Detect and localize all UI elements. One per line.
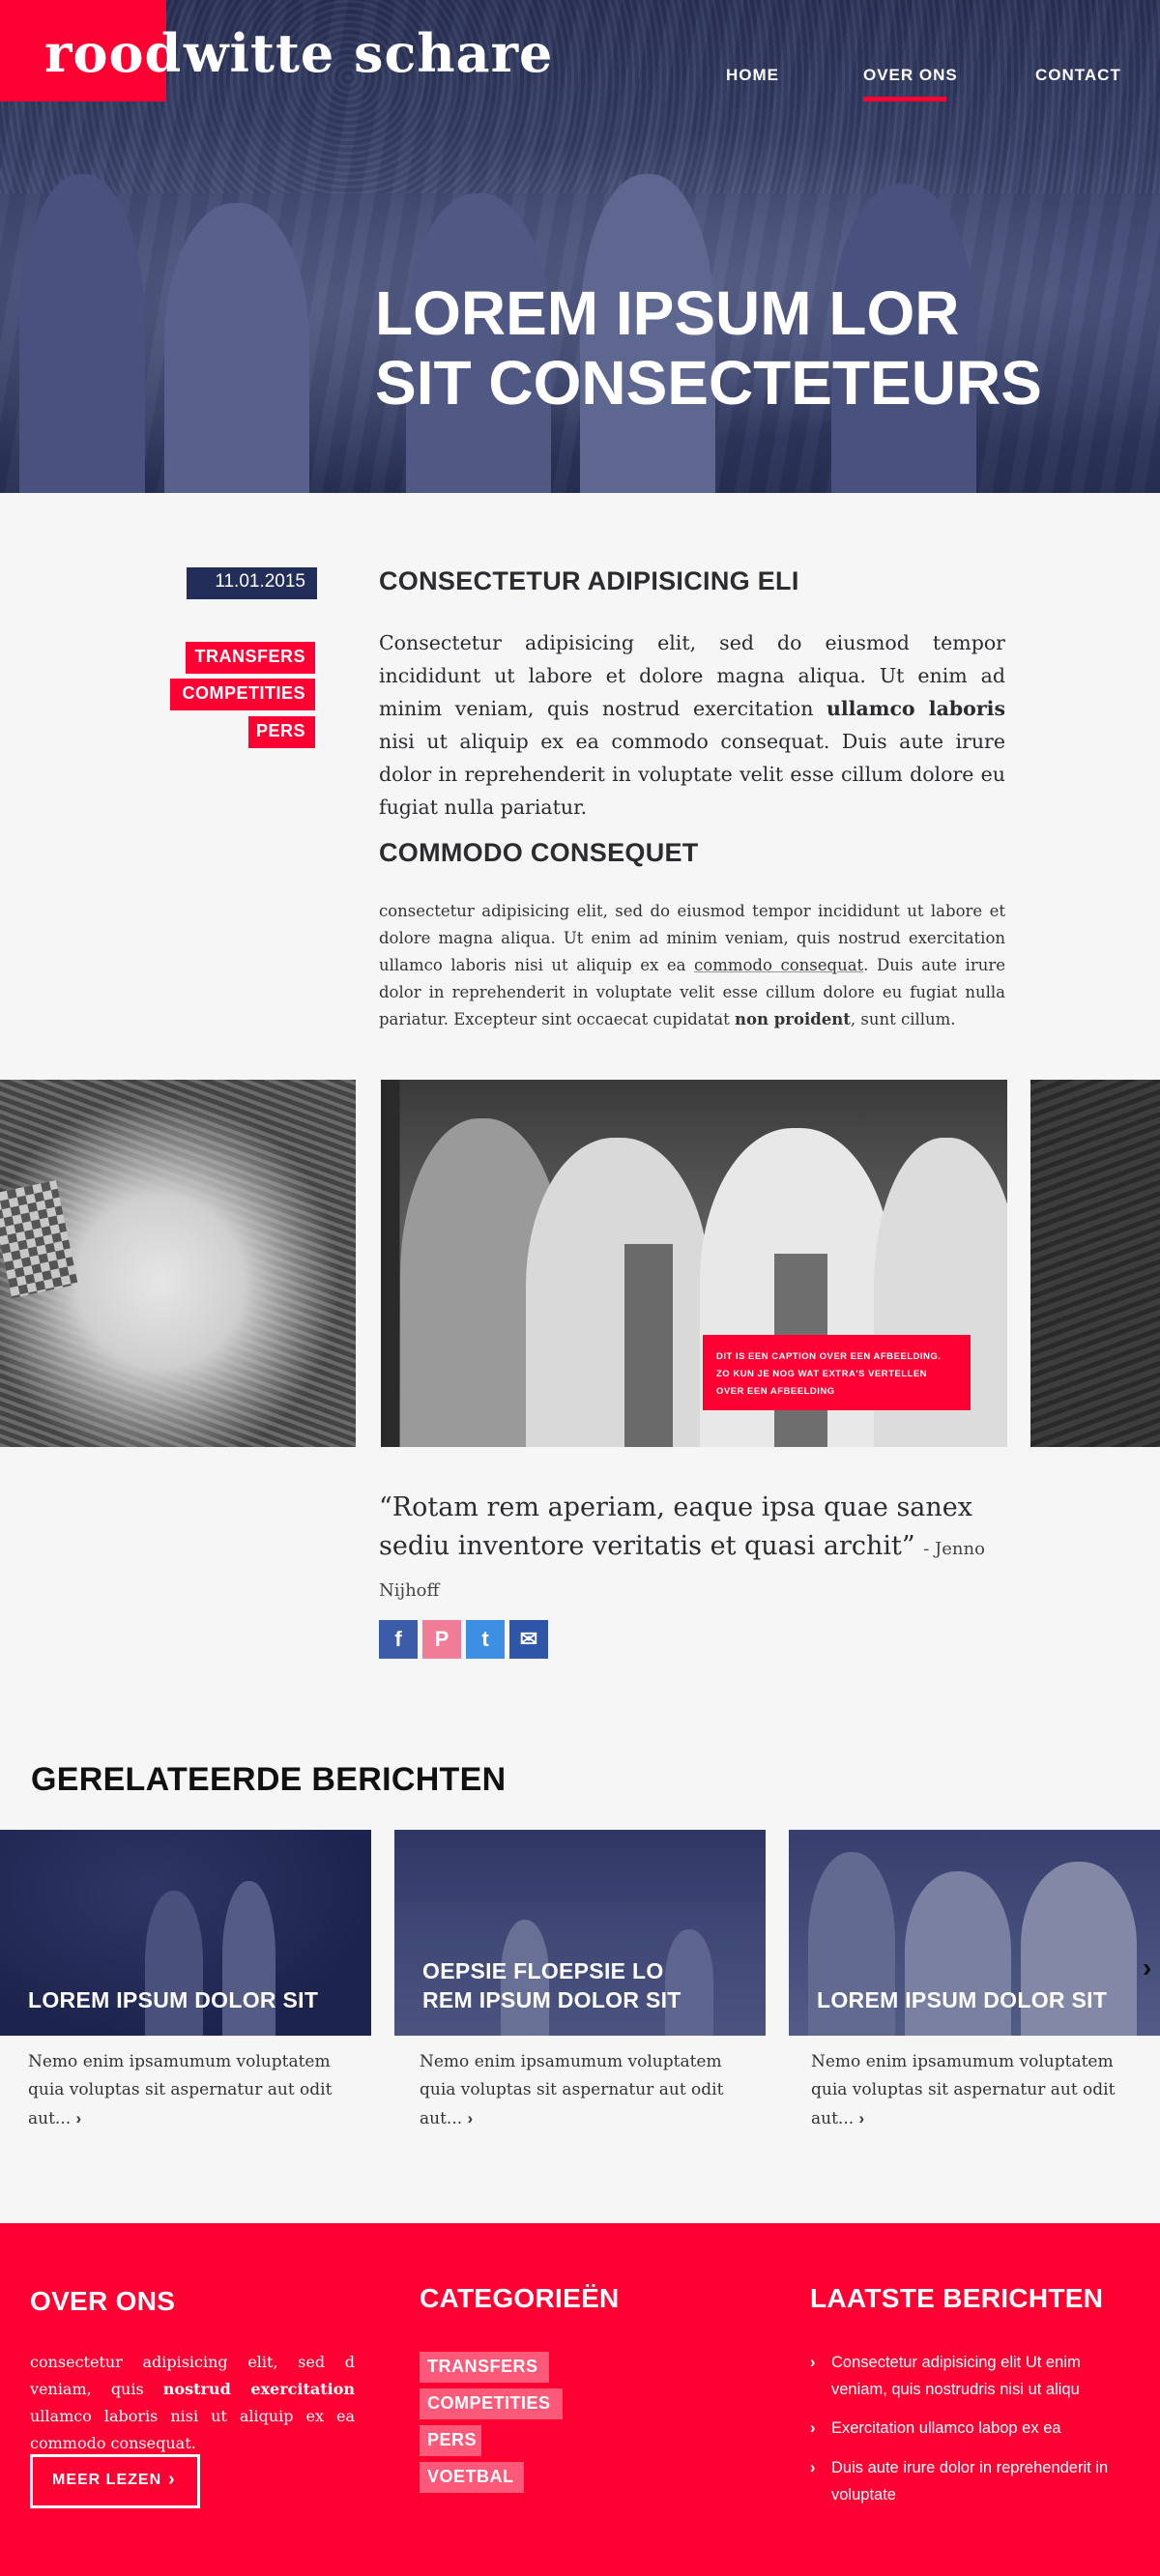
- chevron-right-icon[interactable]: ›: [468, 2109, 474, 2127]
- lead-text-end: nisi ut aliquip ex ea commodo consequat.…: [379, 730, 1005, 819]
- footer-category-pers[interactable]: PERS: [420, 2425, 481, 2456]
- footer-latest-post[interactable]: › Consectetur adipisicing elit Ut enim ve…: [810, 2349, 1129, 2403]
- footer-about-text-end: ullamco laboris nisi ut aliquip ex ea co…: [30, 2407, 355, 2452]
- footer-category-voetbal[interactable]: VOETBAL: [420, 2462, 524, 2493]
- pinterest-icon[interactable]: P: [422, 1620, 461, 1659]
- related-card-title[interactable]: LOREM IPSUM DOLOR SIT: [28, 1985, 318, 2014]
- latest-post-text[interactable]: Exercitation ullamco labop ex ea: [831, 2419, 1061, 2437]
- chevron-right-icon[interactable]: ›: [859, 2109, 865, 2127]
- footer-latest-post[interactable]: › Exercitation ullamco labop ex ea: [810, 2415, 1129, 2442]
- related-card-excerpt: Nemo enim ipsamumum voluptatem quia volu…: [811, 2048, 1140, 2133]
- body-text-end: , sunt cillum.: [850, 1010, 956, 1028]
- related-card-excerpt: Nemo enim ipsamumum voluptatem quia volu…: [28, 2048, 357, 2133]
- gallery-image-fans[interactable]: [0, 1080, 356, 1447]
- nav-active-indicator: [863, 97, 946, 101]
- carousel-next-chevron-icon[interactable]: ›: [1143, 1953, 1151, 1983]
- related-card-image[interactable]: LOREM IPSUM DOLOR SIT: [789, 1830, 1160, 2036]
- chevron-right-icon: ›: [810, 2459, 816, 2476]
- related-card-excerpt: Nemo enim ipsamumum voluptatem quia volu…: [420, 2048, 748, 2133]
- twitter-icon[interactable]: t: [466, 1620, 505, 1659]
- article-lead-paragraph: Consectetur adipisicing elit, sed do eiu…: [379, 626, 1005, 824]
- latest-post-text[interactable]: Duis aute irure dolor in reprehenderit i…: [831, 2459, 1108, 2504]
- hero-title: LOREM IPSUM LOR SIT CONSECTETEURS: [375, 278, 1042, 419]
- footer-latest-post[interactable]: › Duis aute irure dolor in reprehenderit …: [810, 2454, 1129, 2508]
- nav-home[interactable]: HOME: [726, 66, 779, 85]
- footer-category-competities[interactable]: COMPETITIES: [420, 2388, 563, 2419]
- related-card-image[interactable]: OEPSIE FLOEPSIE LO REM IPSUM DOLOR SIT: [394, 1830, 766, 2036]
- related-card-title[interactable]: OEPSIE FLOEPSIE LO REM IPSUM DOLOR SIT: [422, 1956, 682, 2014]
- body-bold-text: non proident: [734, 1010, 851, 1028]
- footer-categories-title: CATEGORIEËN: [420, 2283, 620, 2313]
- excerpt-text: Nemo enim ipsamumum voluptatem quia volu…: [28, 2052, 333, 2128]
- excerpt-text: Nemo enim ipsamumum voluptatem quia volu…: [811, 2052, 1116, 2128]
- chevron-right-icon: ›: [168, 2469, 176, 2490]
- footer-category-transfers[interactable]: TRANSFERS: [420, 2352, 549, 2383]
- gallery-image-crowd[interactable]: [1030, 1080, 1160, 1447]
- tag-competities[interactable]: COMPETITIES: [170, 679, 315, 710]
- image-caption: DIT IS EEN CAPTION OVER EEN AFBEELDING. …: [703, 1335, 971, 1410]
- checkered-flag: [0, 1179, 78, 1299]
- related-card-image[interactable]: LOREM IPSUM DOLOR SIT: [0, 1830, 371, 2036]
- gallery-player-figure: [526, 1138, 710, 1447]
- related-card-title[interactable]: LOREM IPSUM DOLOR SIT: [817, 1985, 1107, 2014]
- footer-about-title: OVER ONS: [30, 2286, 176, 2316]
- nav-over-ons[interactable]: OVER ONS: [863, 66, 958, 85]
- article-heading: CONSECTETUR ADIPISICING ELI: [379, 566, 799, 595]
- latest-post-text[interactable]: Consectetur adipisicing elit Ut enim ven…: [831, 2354, 1081, 2398]
- chevron-right-icon[interactable]: ›: [76, 2109, 82, 2127]
- footer-about-bold: nostrud exercitation: [162, 2380, 356, 2398]
- read-more-label: MEER LEZEN: [52, 2472, 162, 2488]
- hero-banner: rood witte schare HOME OVER ONS CONTACT …: [0, 0, 1160, 493]
- nav-contact[interactable]: CONTACT: [1035, 66, 1121, 85]
- excerpt-text: Nemo enim ipsamumum voluptatem quia volu…: [420, 2052, 724, 2128]
- lead-bold-text: ullamco laboris: [826, 697, 1005, 720]
- footer-about-text: consectetur adipisicing elit, sed d veni…: [30, 2349, 355, 2457]
- logo-word-witte-schare[interactable]: witte schare: [184, 27, 553, 79]
- article-subheading: COMMODO CONSEQUET: [379, 838, 699, 867]
- logo-word-rood[interactable]: rood: [44, 27, 182, 79]
- facebook-icon[interactable]: f: [379, 1620, 418, 1659]
- pull-quote: “Rotam rem aperiam, eaque ipsa quae sane…: [379, 1489, 1036, 1610]
- site-footer: OVER ONS consectetur adipisicing elit, s…: [0, 2223, 1160, 2576]
- tag-pers[interactable]: PERS: [248, 716, 315, 748]
- read-more-button[interactable]: MEER LEZEN ›: [30, 2454, 200, 2508]
- article-body-paragraph: consectetur adipisicing elit, sed do eiu…: [379, 898, 1005, 1033]
- related-posts-title: GERELATEERDE BERICHTEN: [31, 1761, 507, 1798]
- mail-icon[interactable]: ✉: [509, 1620, 548, 1659]
- body-inline-link[interactable]: commodo consequat: [694, 956, 863, 974]
- tag-transfers[interactable]: TRANSFERS: [186, 642, 315, 674]
- chevron-right-icon: ›: [810, 2354, 816, 2371]
- shirt-stripe: [624, 1244, 673, 1447]
- chevron-right-icon: ›: [810, 2419, 816, 2437]
- date-badge: 11.01.2015: [187, 567, 317, 599]
- footer-latest-title: LAATSTE BERICHTEN: [810, 2283, 1104, 2313]
- quote-text: “Rotam rem aperiam, eaque ipsa quae sane…: [379, 1492, 972, 1561]
